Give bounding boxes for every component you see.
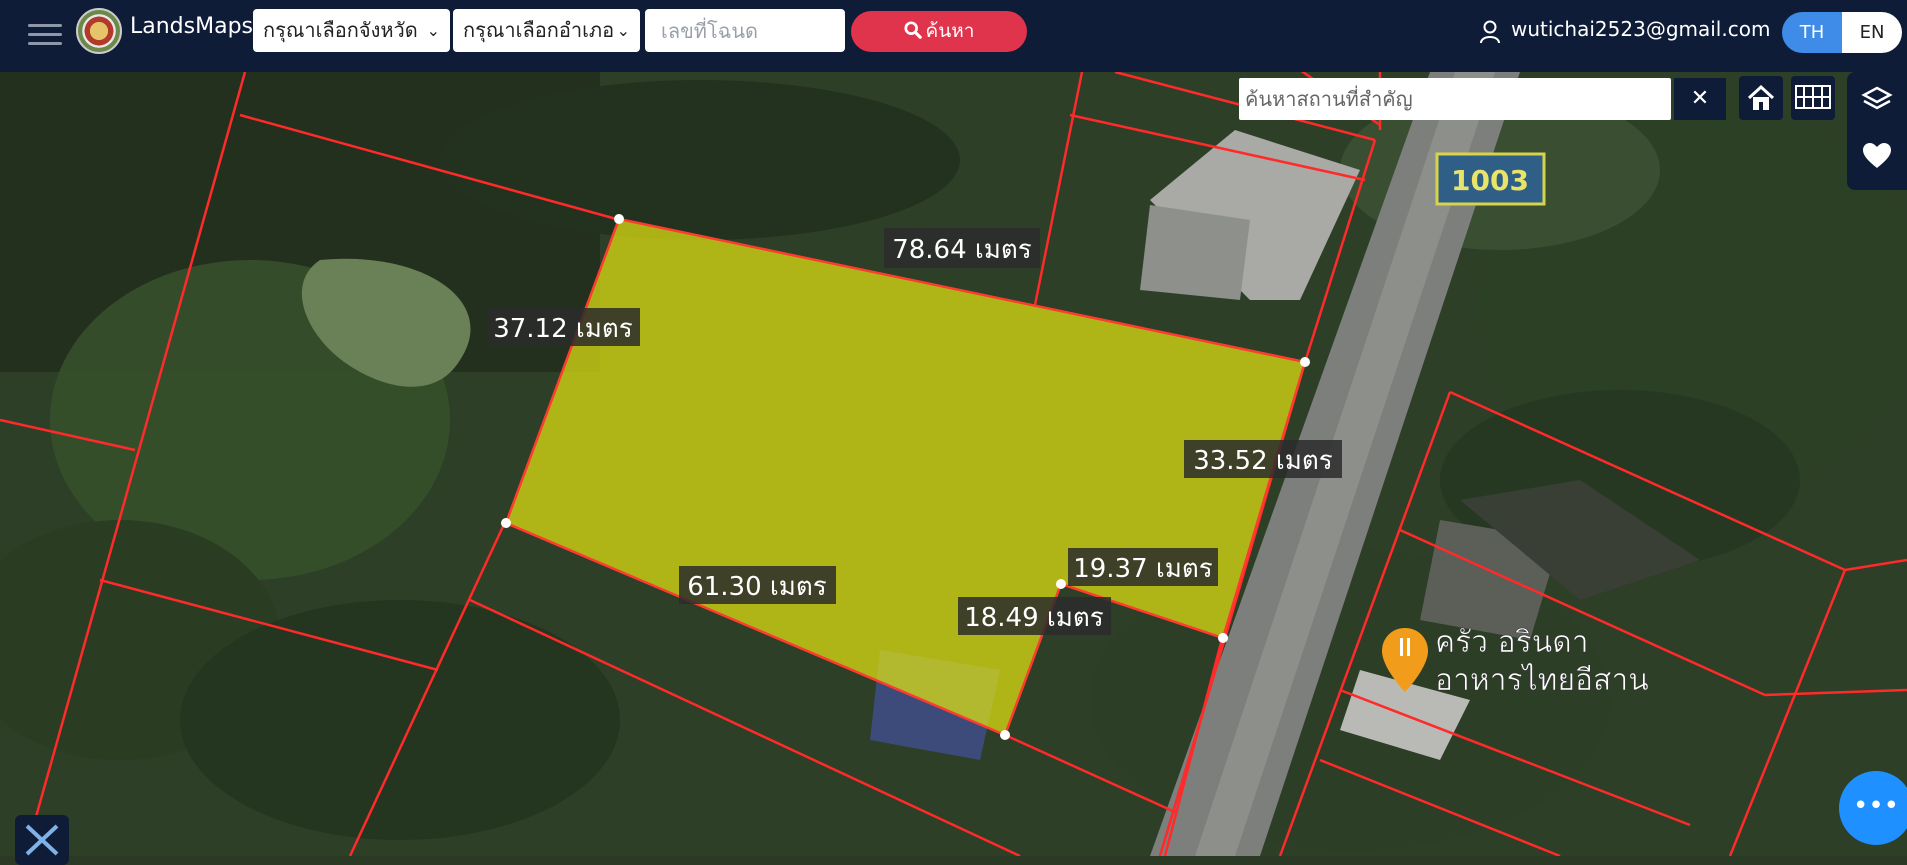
road-shield-label: 1003 (1451, 164, 1529, 197)
measurement-bottom-left: 61.30 เมตร (679, 566, 836, 604)
top-bar: LandsMaps กรุณาเลือกจังหวัด ⌄ กรุณาเลือก… (0, 0, 1907, 72)
user-menu[interactable]: wutichai2523@gmail.com ⌄ (1511, 17, 1794, 41)
grid-icon (1795, 85, 1831, 109)
landsmaps-logo[interactable] (76, 8, 122, 54)
search-icon (903, 21, 922, 39)
poi-name-line1[interactable]: ครัว อรินดา (1435, 625, 1589, 661)
grid-button[interactable] (1791, 76, 1835, 120)
measurement-right: 33.52 เมตร (1184, 440, 1342, 478)
measurement-notch-top-text: 19.37 เมตร (1073, 554, 1213, 584)
brand-name: LandsMaps (130, 14, 253, 39)
measurement-top: 78.64 เมตร (884, 228, 1040, 268)
user-icon (1480, 20, 1500, 44)
lang-en-button[interactable]: EN (1842, 12, 1902, 53)
satellite-map: 1003 78.64 เมตร 37.12 เมตร 33.52 เมตร 61… (0, 72, 1907, 856)
province-select-label: กรุณาเลือกจังหวัด (263, 18, 418, 42)
ruler-icon (25, 824, 59, 856)
search-button[interactable]: ค้นหา (851, 11, 1027, 52)
side-panel (1847, 72, 1907, 190)
measurement-notch-side-text: 18.49 เมตร (964, 603, 1104, 633)
measurement-top-text: 78.64 เมตร (892, 235, 1032, 265)
measurement-notch-top: 19.37 เมตร (1068, 548, 1218, 586)
province-select[interactable]: กรุณาเลือกจังหวัด ⌄ (253, 9, 450, 52)
measurement-left: 37.12 เมตร (487, 308, 640, 346)
layers-button[interactable] (1855, 78, 1899, 122)
poi-name-line2[interactable]: อาหารไทยอีสาน (1435, 662, 1649, 699)
user-email: wutichai2523@gmail.com (1511, 17, 1771, 41)
close-icon[interactable]: ✕ (1674, 78, 1726, 120)
place-search-input[interactable] (1239, 78, 1671, 120)
ellipsis-icon[interactable]: ••• (1839, 771, 1907, 845)
home-button[interactable] (1739, 76, 1783, 120)
chevron-down-icon: ⌄ (616, 21, 630, 40)
home-icon (1747, 84, 1775, 110)
deed-number-input[interactable] (645, 9, 845, 52)
hamburger-icon[interactable] (28, 18, 62, 48)
ruler-button[interactable] (15, 815, 69, 865)
heart-icon (1863, 143, 1891, 168)
layers-icon (1861, 86, 1893, 110)
lang-th-button[interactable]: TH (1782, 12, 1842, 53)
district-select-label: กรุณาเลือกอำเภอ (463, 18, 615, 42)
map-view[interactable]: 1003 78.64 เมตร 37.12 เมตร 33.52 เมตร 61… (0, 72, 1907, 856)
chevron-down-icon: ⌄ (426, 21, 440, 40)
measurement-left-text: 37.12 เมตร (493, 314, 633, 344)
measurement-bottom-left-text: 61.30 เมตร (687, 572, 827, 602)
search-button-label: ค้นหา (925, 20, 975, 42)
district-select[interactable]: กรุณาเลือกอำเภอ ⌄ (453, 9, 640, 52)
measurement-right-text: 33.52 เมตร (1193, 446, 1333, 476)
measurement-notch-side: 18.49 เมตร (958, 597, 1111, 635)
favorite-button[interactable] (1855, 134, 1899, 178)
